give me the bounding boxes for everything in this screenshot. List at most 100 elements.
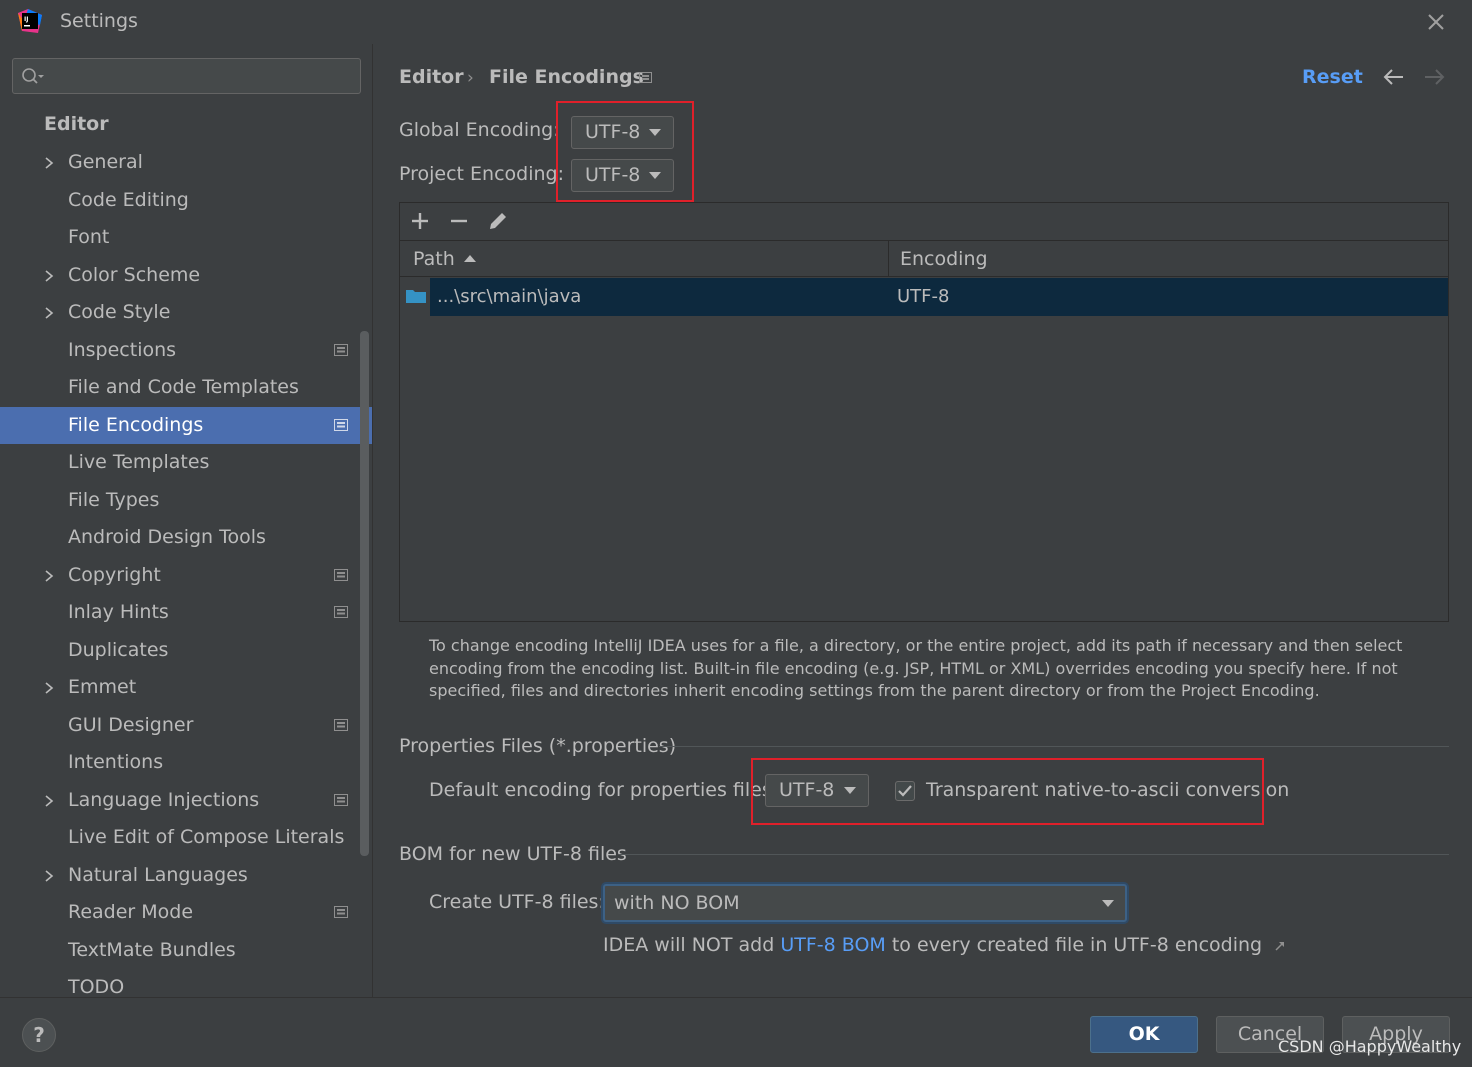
sidebar-item-todo[interactable]: TODO: [0, 969, 372, 997]
project-scope-icon: [334, 793, 348, 806]
bom-select-value: with NO BOM: [614, 892, 740, 914]
sidebar-item-label: General: [68, 151, 143, 173]
sidebar-item-label: Emmet: [68, 676, 137, 698]
sidebar-item-file-encodings[interactable]: File Encodings: [0, 406, 372, 444]
edit-pencil-icon[interactable]: [486, 209, 510, 233]
sidebar-item-reader-mode[interactable]: Reader Mode: [0, 894, 372, 932]
sidebar-item-color-scheme[interactable]: Color Scheme: [0, 257, 372, 295]
bom-note: IDEA will NOT add UTF-8 BOM to every cre…: [603, 934, 1286, 956]
svg-text:IJ: IJ: [24, 16, 28, 23]
settings-sidebar: Editor General Code Editing Font Color Sche…: [0, 44, 373, 997]
project-scope-icon: [334, 718, 348, 731]
sidebar-item-natural-languages[interactable]: Natural Languages: [0, 857, 372, 895]
project-scope-icon: [639, 72, 652, 83]
sidebar-item-label: Reader Mode: [68, 901, 194, 923]
chevron-right-icon[interactable]: [42, 268, 56, 284]
watermark-text: CSDN @HappyWealthy: [1278, 1037, 1462, 1056]
sidebar-item-label: Color Scheme: [68, 263, 201, 286]
table-row[interactable]: ...\src\main\java UTF-8: [430, 278, 1448, 316]
back-arrow-icon[interactable]: [1382, 66, 1406, 88]
properties-default-label: Default encoding for properties files:: [429, 779, 779, 801]
global-encoding-label: Global Encoding:: [399, 119, 560, 141]
sidebar-item-label: TODO: [68, 976, 125, 997]
intellij-logo-icon: IJ: [18, 9, 42, 33]
remove-icon[interactable]: [447, 209, 471, 233]
sidebar-item-inlay-hints[interactable]: Inlay Hints: [0, 594, 372, 632]
sidebar-item-emmet[interactable]: Emmet: [0, 669, 372, 707]
chevron-right-icon[interactable]: [42, 793, 56, 809]
column-header-path[interactable]: Path: [413, 248, 455, 270]
sidebar-item-label: Natural Languages: [68, 863, 248, 886]
sidebar-item-live-templates[interactable]: Live Templates: [0, 444, 372, 482]
breadcrumb-separator: ›: [467, 68, 474, 88]
sidebar-item-label: Intentions: [68, 751, 164, 773]
group-separator: [619, 854, 1449, 855]
bom-select[interactable]: with NO BOM: [603, 884, 1127, 922]
project-scope-icon: [334, 606, 348, 618]
add-icon[interactable]: [408, 209, 432, 233]
folder-icon: [406, 290, 426, 303]
sidebar-item-language-injections[interactable]: Language Injections: [0, 782, 372, 820]
sidebar-section-editor[interactable]: Editor: [44, 113, 109, 135]
bom-note-suffix: to every created file in UTF-8 encoding: [885, 934, 1263, 956]
project-encoding-label: Project Encoding:: [399, 163, 565, 185]
highlight-box-encodings: [556, 101, 694, 202]
chevron-down-icon: [1102, 900, 1114, 907]
sidebar-item-label: Code Editing: [68, 188, 189, 211]
chevron-right-icon[interactable]: [42, 868, 56, 884]
sidebar-item-label: Code Style: [68, 301, 171, 323]
sidebar-item-label: TextMate Bundles: [68, 938, 236, 961]
sidebar-item-label: File and Code Templates: [68, 376, 299, 398]
bom-group-title: BOM for new UTF-8 files: [399, 843, 627, 865]
sidebar-item-live-edit-of-compose-literals[interactable]: Live Edit of Compose Literals: [0, 819, 372, 857]
utf8-bom-link[interactable]: UTF-8 BOM: [780, 934, 885, 956]
forward-arrow-icon[interactable]: [1422, 66, 1446, 88]
chevron-right-icon[interactable]: [42, 155, 56, 171]
help-button[interactable]: ?: [22, 1018, 56, 1052]
external-link-icon[interactable]: [1274, 940, 1286, 952]
sidebar-item-font[interactable]: Font: [0, 219, 372, 257]
close-icon[interactable]: [1424, 10, 1448, 34]
sidebar-item-label: GUI Designer: [68, 713, 194, 736]
sidebar-item-textmate-bundles[interactable]: TextMate Bundles: [0, 932, 372, 970]
highlight-box-properties: [751, 758, 1264, 825]
sidebar-item-label: Android Design Tools: [68, 526, 266, 548]
encoding-help-text: To change encoding IntelliJ IDEA uses fo…: [429, 636, 1403, 700]
properties-group-title: Properties Files (*.properties): [399, 735, 677, 757]
sidebar-item-code-editing[interactable]: Code Editing: [0, 182, 372, 220]
sidebar-item-intentions[interactable]: Intentions: [0, 744, 372, 782]
sidebar-nav-list: General Code Editing Font Color Scheme Code …: [0, 144, 372, 997]
sidebar-item-general[interactable]: General: [0, 144, 372, 182]
sidebar-item-label: Live Templates: [68, 451, 210, 473]
project-scope-icon: [334, 343, 348, 356]
column-divider[interactable]: [888, 241, 889, 277]
sidebar-item-duplicates[interactable]: Duplicates: [0, 632, 372, 670]
chevron-right-icon[interactable]: [42, 568, 56, 584]
column-header-encoding[interactable]: Encoding: [900, 248, 988, 270]
sidebar-item-label: Duplicates: [68, 638, 169, 661]
sidebar-item-label: Copyright: [68, 563, 161, 586]
sidebar-item-gui-designer[interactable]: GUI Designer: [0, 707, 372, 745]
breadcrumb-parent: Editor: [399, 66, 464, 88]
sidebar-item-code-style[interactable]: Code Style: [0, 294, 372, 332]
sidebar-item-label: Inlay Hints: [68, 601, 169, 623]
sidebar-item-android-design-tools[interactable]: Android Design Tools: [0, 519, 372, 557]
row-encoding-cell[interactable]: UTF-8: [897, 286, 949, 307]
sidebar-item-file-and-code-templates[interactable]: File and Code Templates: [0, 369, 372, 407]
settings-search-input[interactable]: [53, 63, 353, 89]
settings-search-box[interactable]: [12, 58, 361, 94]
sidebar-item-copyright[interactable]: Copyright: [0, 557, 372, 595]
dialog-footer: ? OK Cancel Apply CSDN @HappyWealthy: [0, 997, 1472, 1067]
table-header: Path Encoding: [400, 240, 1448, 277]
sidebar-item-file-types[interactable]: File Types: [0, 482, 372, 520]
project-scope-icon: [334, 906, 348, 918]
reset-link[interactable]: Reset: [1302, 66, 1363, 88]
sidebar-item-label: File Encodings: [68, 413, 204, 436]
sidebar-scrollbar[interactable]: [360, 331, 369, 856]
bom-note-prefix: IDEA will NOT add: [603, 934, 781, 956]
sidebar-item-inspections[interactable]: Inspections: [0, 332, 372, 370]
chevron-right-icon[interactable]: [42, 680, 56, 696]
sidebar-item-label: Live Edit of Compose Literals: [68, 826, 345, 848]
ok-button[interactable]: OK: [1090, 1016, 1198, 1053]
chevron-right-icon[interactable]: [42, 305, 56, 321]
